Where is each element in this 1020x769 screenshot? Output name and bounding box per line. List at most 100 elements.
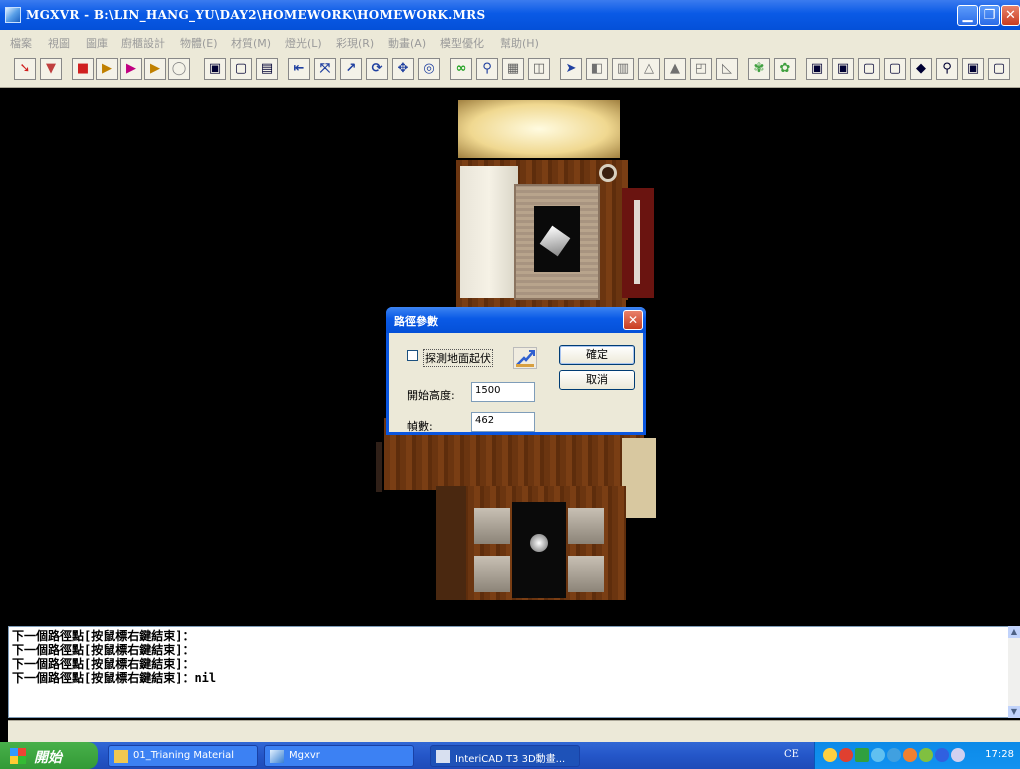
path-icon[interactable] bbox=[513, 347, 537, 369]
input-method-icon[interactable] bbox=[855, 748, 869, 762]
command-output[interactable]: 下一個路徑點[按鼠標右鍵結束]： 下一個路徑點[按鼠標右鍵結束]： 下一個路徑點… bbox=[8, 626, 1010, 718]
menu-material[interactable]: 材質(M) bbox=[231, 35, 271, 51]
menu-cabinet-design[interactable]: 廚櫃設計 bbox=[121, 35, 165, 51]
wall-icon[interactable]: ▥ bbox=[612, 58, 634, 80]
dialog-titlebar[interactable]: 路徑參數 ✕ bbox=[386, 307, 646, 333]
view-iso-icon[interactable]: ▣ bbox=[962, 58, 984, 80]
cancel-button[interactable]: 取消 bbox=[559, 370, 635, 390]
frames-label: 幀數: bbox=[407, 420, 433, 433]
view-right-icon[interactable]: ▢ bbox=[884, 58, 906, 80]
table-centerpiece bbox=[530, 534, 548, 552]
network-icon[interactable] bbox=[871, 748, 885, 762]
clock[interactable]: 17:28 bbox=[985, 749, 1014, 760]
detect-terrain-checkbox[interactable] bbox=[407, 350, 418, 361]
shield-icon[interactable]: ▼ bbox=[40, 58, 62, 80]
language-indicator[interactable]: CE bbox=[784, 749, 799, 760]
task-folder[interactable]: 01_Trianing Material bbox=[108, 745, 258, 767]
scroll-up-icon[interactable]: ▲ bbox=[1008, 626, 1020, 638]
triangle-icon[interactable]: ▲ bbox=[664, 58, 686, 80]
command-scrollbar[interactable]: ▲ ▼ bbox=[1008, 626, 1020, 718]
security-icon[interactable] bbox=[839, 748, 853, 762]
ceiling-light bbox=[458, 100, 620, 158]
start-height-input[interactable]: 1500 bbox=[471, 382, 535, 402]
minimize-button[interactable]: ▁ bbox=[957, 5, 978, 26]
view-wire-icon[interactable]: ▤ bbox=[256, 58, 278, 80]
record-icon[interactable]: ▶ bbox=[96, 58, 118, 80]
update-icon[interactable] bbox=[903, 748, 917, 762]
menu-lighting[interactable]: 燈光(L) bbox=[285, 35, 322, 51]
start-height-label: 開始高度: bbox=[407, 389, 455, 402]
dining-chair bbox=[474, 556, 510, 592]
dialog-close-button[interactable]: ✕ bbox=[623, 310, 643, 330]
pan-icon[interactable]: ✥ bbox=[392, 58, 414, 80]
frame-icon[interactable]: ◫ bbox=[528, 58, 550, 80]
frames-input[interactable]: 462 bbox=[471, 412, 535, 432]
roof-icon[interactable]: △ bbox=[638, 58, 660, 80]
menu-file[interactable]: 檔案 bbox=[10, 35, 32, 51]
view-front-icon[interactable]: ▣ bbox=[806, 58, 828, 80]
task-mgxvr[interactable]: Mgxvr bbox=[264, 745, 414, 767]
menu-model-optimize[interactable]: 模型優化 bbox=[440, 35, 484, 51]
menu-help[interactable]: 幫助(H) bbox=[500, 35, 539, 51]
view-top-icon[interactable]: ◆ bbox=[910, 58, 932, 80]
dining-wall bbox=[436, 486, 466, 600]
command-line: 下一個路徑點[按鼠標右鍵結束]： bbox=[12, 657, 195, 671]
menu-render[interactable]: 彩現(R) bbox=[336, 35, 374, 51]
ok-button[interactable]: 確定 bbox=[559, 345, 635, 365]
close-button[interactable]: ✕ bbox=[1001, 5, 1020, 26]
path-parameters-dialog: 路徑參數 ✕ 探測地面起伏 開始高度: 1500 幀數: 462 確定 取消 bbox=[386, 307, 646, 435]
stop-icon[interactable]: ■ bbox=[72, 58, 94, 80]
dining-chair bbox=[568, 508, 604, 544]
camera-icon[interactable]: ⚲ bbox=[476, 58, 498, 80]
start-button[interactable]: 開始 bbox=[0, 742, 98, 769]
play-icon[interactable]: ▶ bbox=[120, 58, 142, 80]
circle-icon[interactable]: ◯ bbox=[168, 58, 190, 80]
search-icon[interactable] bbox=[823, 748, 837, 762]
maximize-button[interactable]: ❐ bbox=[979, 5, 1000, 26]
view-box-icon[interactable]: ▢ bbox=[230, 58, 252, 80]
play-forward-icon[interactable]: ▶ bbox=[144, 58, 166, 80]
scroll-down-icon[interactable]: ▼ bbox=[1008, 706, 1020, 718]
left-arrow-icon[interactable]: ⇤ bbox=[288, 58, 310, 80]
view-cube-icon[interactable]: ▣ bbox=[204, 58, 226, 80]
plant-icon[interactable]: ✾ bbox=[748, 58, 770, 80]
walk-icon[interactable]: ∞ bbox=[450, 58, 472, 80]
mgxvr-icon bbox=[270, 750, 284, 763]
box-icon[interactable]: ◧ bbox=[586, 58, 608, 80]
rotate-icon[interactable]: ⟳ bbox=[366, 58, 388, 80]
windows-logo-icon bbox=[10, 748, 26, 764]
volume-icon[interactable] bbox=[919, 748, 933, 762]
view-left-icon[interactable]: ▢ bbox=[858, 58, 880, 80]
menu-library[interactable]: 圖庫 bbox=[86, 35, 108, 51]
stairs-icon[interactable]: ◰ bbox=[690, 58, 712, 80]
select-arrow-icon[interactable]: ↗ bbox=[340, 58, 362, 80]
floor-lamp bbox=[599, 164, 617, 182]
ramp-icon[interactable]: ◺ bbox=[716, 58, 738, 80]
messenger-icon[interactable] bbox=[935, 748, 949, 762]
zoom-extents-icon[interactable]: ⤧ bbox=[314, 58, 336, 80]
texture-icon[interactable]: ▦ bbox=[502, 58, 524, 80]
pointer-icon[interactable]: ➤ bbox=[560, 58, 582, 80]
task-label: InteriCAD T3 3D動畫... bbox=[455, 754, 566, 765]
orbit-icon[interactable]: ◎ bbox=[418, 58, 440, 80]
back-arrow-icon[interactable]: ➘ bbox=[14, 58, 36, 80]
search-view-icon[interactable]: ⚲ bbox=[936, 58, 958, 80]
window-titlebar[interactable]: MGXVR - B:\LIN_HANG_YU\DAY2\HOMEWORK\HOM… bbox=[0, 0, 1020, 30]
tree-icon[interactable]: ✿ bbox=[774, 58, 796, 80]
sync-icon[interactable] bbox=[887, 748, 901, 762]
command-line: 下一個路徑點[按鼠標右鍵結束]： bbox=[12, 643, 195, 657]
detect-terrain-label[interactable]: 探測地面起伏 bbox=[423, 349, 493, 367]
folder-icon bbox=[114, 750, 128, 763]
start-label: 開始 bbox=[34, 750, 62, 766]
antivirus-icon[interactable] bbox=[951, 748, 965, 762]
menu-animation[interactable]: 動畫(A) bbox=[388, 35, 426, 51]
view-back-icon[interactable]: ▣ bbox=[832, 58, 854, 80]
door bbox=[376, 442, 382, 492]
task-label: Mgxvr bbox=[289, 750, 320, 761]
task-intericad[interactable]: InteriCAD T3 3D動畫... bbox=[430, 745, 580, 767]
menu-view[interactable]: 視圖 bbox=[48, 35, 70, 51]
task-label: 01_Trianing Material bbox=[133, 750, 234, 761]
view-full-icon[interactable]: ▢ bbox=[988, 58, 1010, 80]
document-icon bbox=[436, 750, 450, 763]
menu-object[interactable]: 物體(E) bbox=[180, 35, 218, 51]
